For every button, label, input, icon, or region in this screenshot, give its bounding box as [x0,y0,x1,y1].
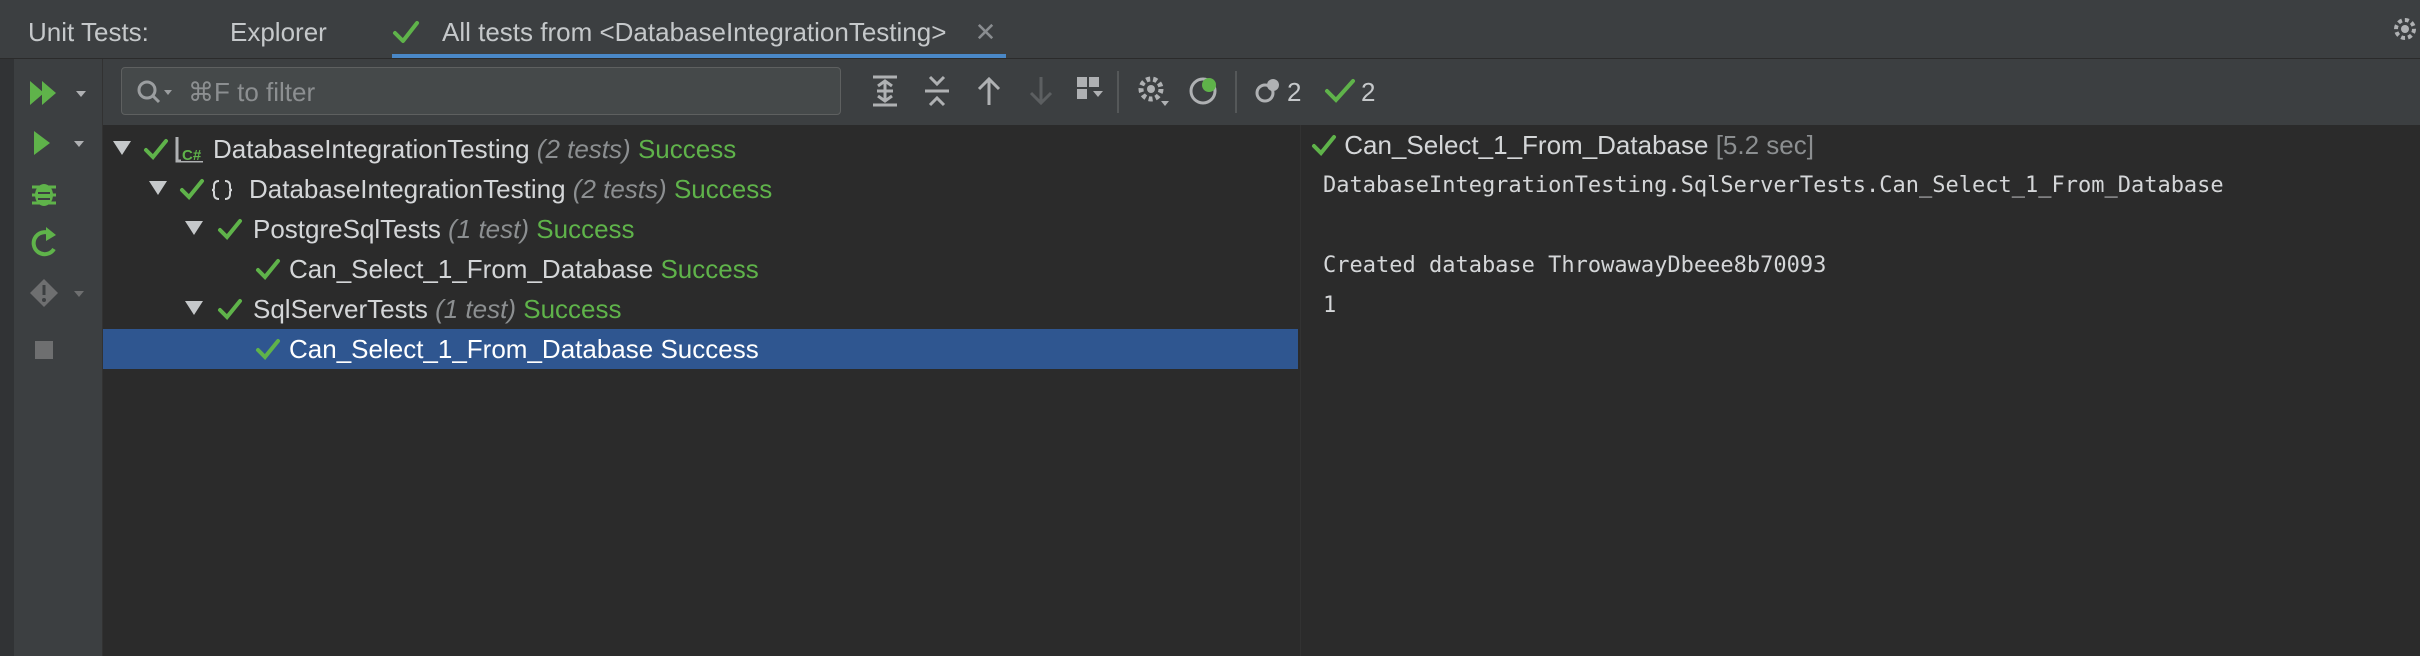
bug-icon [32,184,56,206]
tree-row[interactable]: Can_Select_1_From_Database Success [103,249,1298,289]
tree-row-status: Success [660,254,759,284]
check-icon [256,259,280,280]
output-duration: [5.2 sec] [1715,130,1814,160]
expand-all-icon[interactable] [865,71,905,111]
arrow-down-icon [1029,77,1053,106]
left-edge-strip [0,59,14,656]
tree-row-label: Can_Select_1_From_Database [289,334,654,364]
search-icon [137,80,172,104]
tree-row-status: Success [523,294,622,324]
tree-row-count: (2 tests) [536,134,631,164]
output-header: Can_Select_1_From_Database [5.2 sec] [1311,125,1814,165]
expand-triangle-icon[interactable] [149,181,167,195]
tree-row[interactable]: DatabaseIntegrationTesting (2 tests) Suc… [103,169,1298,209]
run-all-icon [30,81,86,105]
left-action-bar [0,59,103,656]
expand-triangle-icon[interactable] [185,221,203,235]
tree-row-count: (1 test) [435,294,516,324]
passed-tests-icon[interactable] [1321,71,1361,111]
tree-row-label: Can_Select_1_From_Database [289,254,654,284]
arrow-up-icon[interactable] [969,71,1009,111]
group-by-icon[interactable] [1071,71,1111,111]
settings-icon[interactable] [1133,71,1173,111]
run-button[interactable] [24,123,94,169]
active-tab-underline [392,54,1007,58]
namespace-icon [211,180,233,200]
check-icon [180,179,204,200]
rerun-icon [31,227,56,257]
panel-title: Unit Tests: [28,17,149,47]
output-test-name: Can_Select_1_From_Database [1344,130,1709,160]
tree-row-status: Success [536,214,635,244]
tree-row-selected[interactable]: Can_Select_1_From_Database Success [103,329,1298,369]
filter-placeholder: ⌘F to filter [188,77,316,107]
check-icon [393,21,419,43]
tree-row[interactable]: SqlServerTests (1 test) Success [103,289,1298,329]
svg-text:C#: C# [182,147,202,163]
tree-row-count: (2 tests) [572,174,667,204]
expand-triangle-icon[interactable] [185,301,203,315]
check-icon [256,339,280,360]
track-running-icon[interactable] [1185,71,1225,111]
pending-tests-icon[interactable] [1249,71,1289,111]
toolbar-separator [1117,71,1119,113]
toolbar-separator [1235,71,1237,113]
expand-triangle-icon[interactable] [113,141,131,155]
run-all-button[interactable] [24,73,94,119]
run-failed-button[interactable] [24,273,94,319]
tree-row-status: Success [673,174,773,204]
warning-diamond-icon [30,279,84,307]
tree-row-status: Success [660,334,759,364]
tree-row-status: Success [637,134,737,164]
tab-all-tests[interactable]: All tests from <DatabaseIntegrationTesti… [392,0,1007,58]
gear-icon[interactable] [2390,14,2420,44]
tree-row-count: (1 test) [448,214,530,244]
check-icon [1312,135,1336,156]
stop-icon [35,341,53,359]
stop-button[interactable] [24,331,94,377]
check-icon [218,299,242,320]
filter-input[interactable]: ⌘F to filter [121,67,841,115]
csharp-project-icon: C# [175,137,205,163]
output-line: 1 [1323,293,1337,318]
tree-row-label: DatabaseIntegrationTesting [249,174,566,204]
output-line: DatabaseIntegrationTesting.SqlServerTest… [1323,173,2224,198]
collapse-all-icon[interactable] [917,71,957,111]
debug-button[interactable] [24,173,94,219]
unit-tests-header: Unit Tests: Explorer All tests from <Dat… [0,0,2420,59]
check-icon [218,219,242,240]
tree-row[interactable]: PostgreSqlTests (1 test) Success [103,209,1298,249]
tree-row[interactable]: C# DatabaseIntegrationTesting (2 tests) … [103,129,1298,169]
run-icon [34,131,84,155]
tree-row-label: SqlServerTests [253,294,428,324]
test-output-panel: Can_Select_1_From_Database [5.2 sec] Dat… [1300,125,2420,656]
output-line: Created database ThrowawayDbeee8b70093 [1323,253,1827,278]
tree-row-label: DatabaseIntegrationTesting [213,134,530,164]
test-toolbar: ⌘F to filter 2 2 [103,59,2420,125]
tree-row-label: PostgreSqlTests [253,214,441,244]
test-tree: C# DatabaseIntegrationTesting (2 tests) … [103,125,1298,656]
tab-all-tests-label: All tests from <DatabaseIntegrationTesti… [442,17,947,47]
check-icon [144,139,168,160]
passed-count: 2 [1361,77,1376,107]
pending-count: 2 [1287,77,1302,107]
tab-explorer[interactable]: Explorer [230,0,327,58]
rerun-button[interactable] [24,223,94,269]
